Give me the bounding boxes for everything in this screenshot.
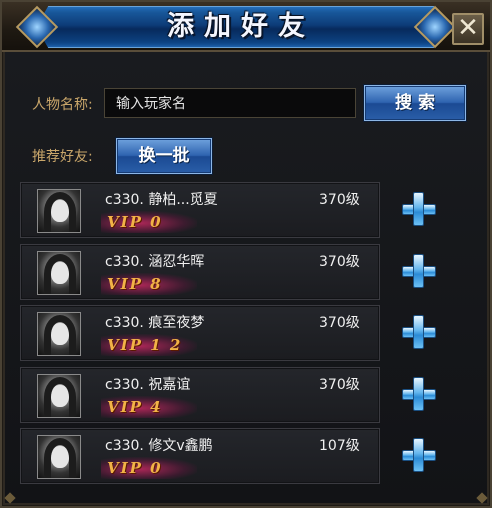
close-button[interactable]: ✕ [452,13,484,45]
player-name: c330. 痕至夜梦 [105,315,205,331]
player-level: 107级 [319,438,360,454]
vip-badge: VIP 0 [107,213,163,231]
friend-row: c330. 祝嘉谊 370级 VIP 4 [20,367,380,423]
add-friend-button[interactable] [402,192,438,228]
plus-icon [413,254,424,288]
friend-row: c330. 涵忍华晖 370级 VIP 8 [20,244,380,300]
friend-row: c330. 静柏...觅夏 370级 VIP 0 [20,182,380,238]
vip-badge: VIP 8 [107,275,163,293]
add-friend-button[interactable] [402,315,438,351]
player-name: c330. 祝嘉谊 [105,377,191,393]
recommend-friends-label: 推荐好友: [32,149,93,165]
search-button[interactable]: 搜 索 [364,85,466,121]
plus-icon [413,377,424,411]
plus-icon [413,315,424,349]
title-bar: 添加好友 ✕ [2,2,490,52]
avatar-hair [44,192,76,232]
avatar [37,251,81,295]
player-name-label: 人物名称: [32,97,93,113]
player-name: c330. 修文v鑫鹏 [105,438,213,454]
add-friend-button[interactable] [402,438,438,474]
vip-badge: VIP 4 [107,398,163,416]
avatar [37,435,81,479]
vip-badge: VIP 0 [107,459,163,477]
player-name-input[interactable] [104,88,356,118]
avatar [37,374,81,418]
avatar-hair [44,254,76,294]
player-name: c330. 涵忍华晖 [105,254,205,270]
avatar-hair [44,377,76,417]
add-friend-button[interactable] [402,377,438,413]
vip-badge: VIP 1 2 [107,336,183,354]
add-friend-button[interactable] [402,254,438,290]
avatar-hair [44,315,76,355]
player-level: 370级 [319,192,360,208]
player-level: 370级 [319,315,360,331]
dialog-title: 添加好友 [167,11,315,42]
close-icon: ✕ [457,13,479,43]
avatar-hair [44,438,76,478]
plus-icon [413,438,424,472]
corner-ornament-icon [476,492,488,504]
add-friend-dialog: 添加好友 ✕ 人物名称: 搜 索 推荐好友: 换一批 c330. 静柏...觅夏… [0,0,492,508]
friend-row: c330. 痕至夜梦 370级 VIP 1 2 [20,305,380,361]
avatar [37,189,81,233]
avatar [37,312,81,356]
player-name: c330. 静柏...觅夏 [105,192,218,208]
player-level: 370级 [319,254,360,270]
player-level: 370级 [319,377,360,393]
corner-ornament-icon [4,492,16,504]
friend-row: c330. 修文v鑫鹏 107级 VIP 0 [20,428,380,484]
refresh-recommendations-button[interactable]: 换一批 [116,138,212,174]
plus-icon [413,192,424,226]
